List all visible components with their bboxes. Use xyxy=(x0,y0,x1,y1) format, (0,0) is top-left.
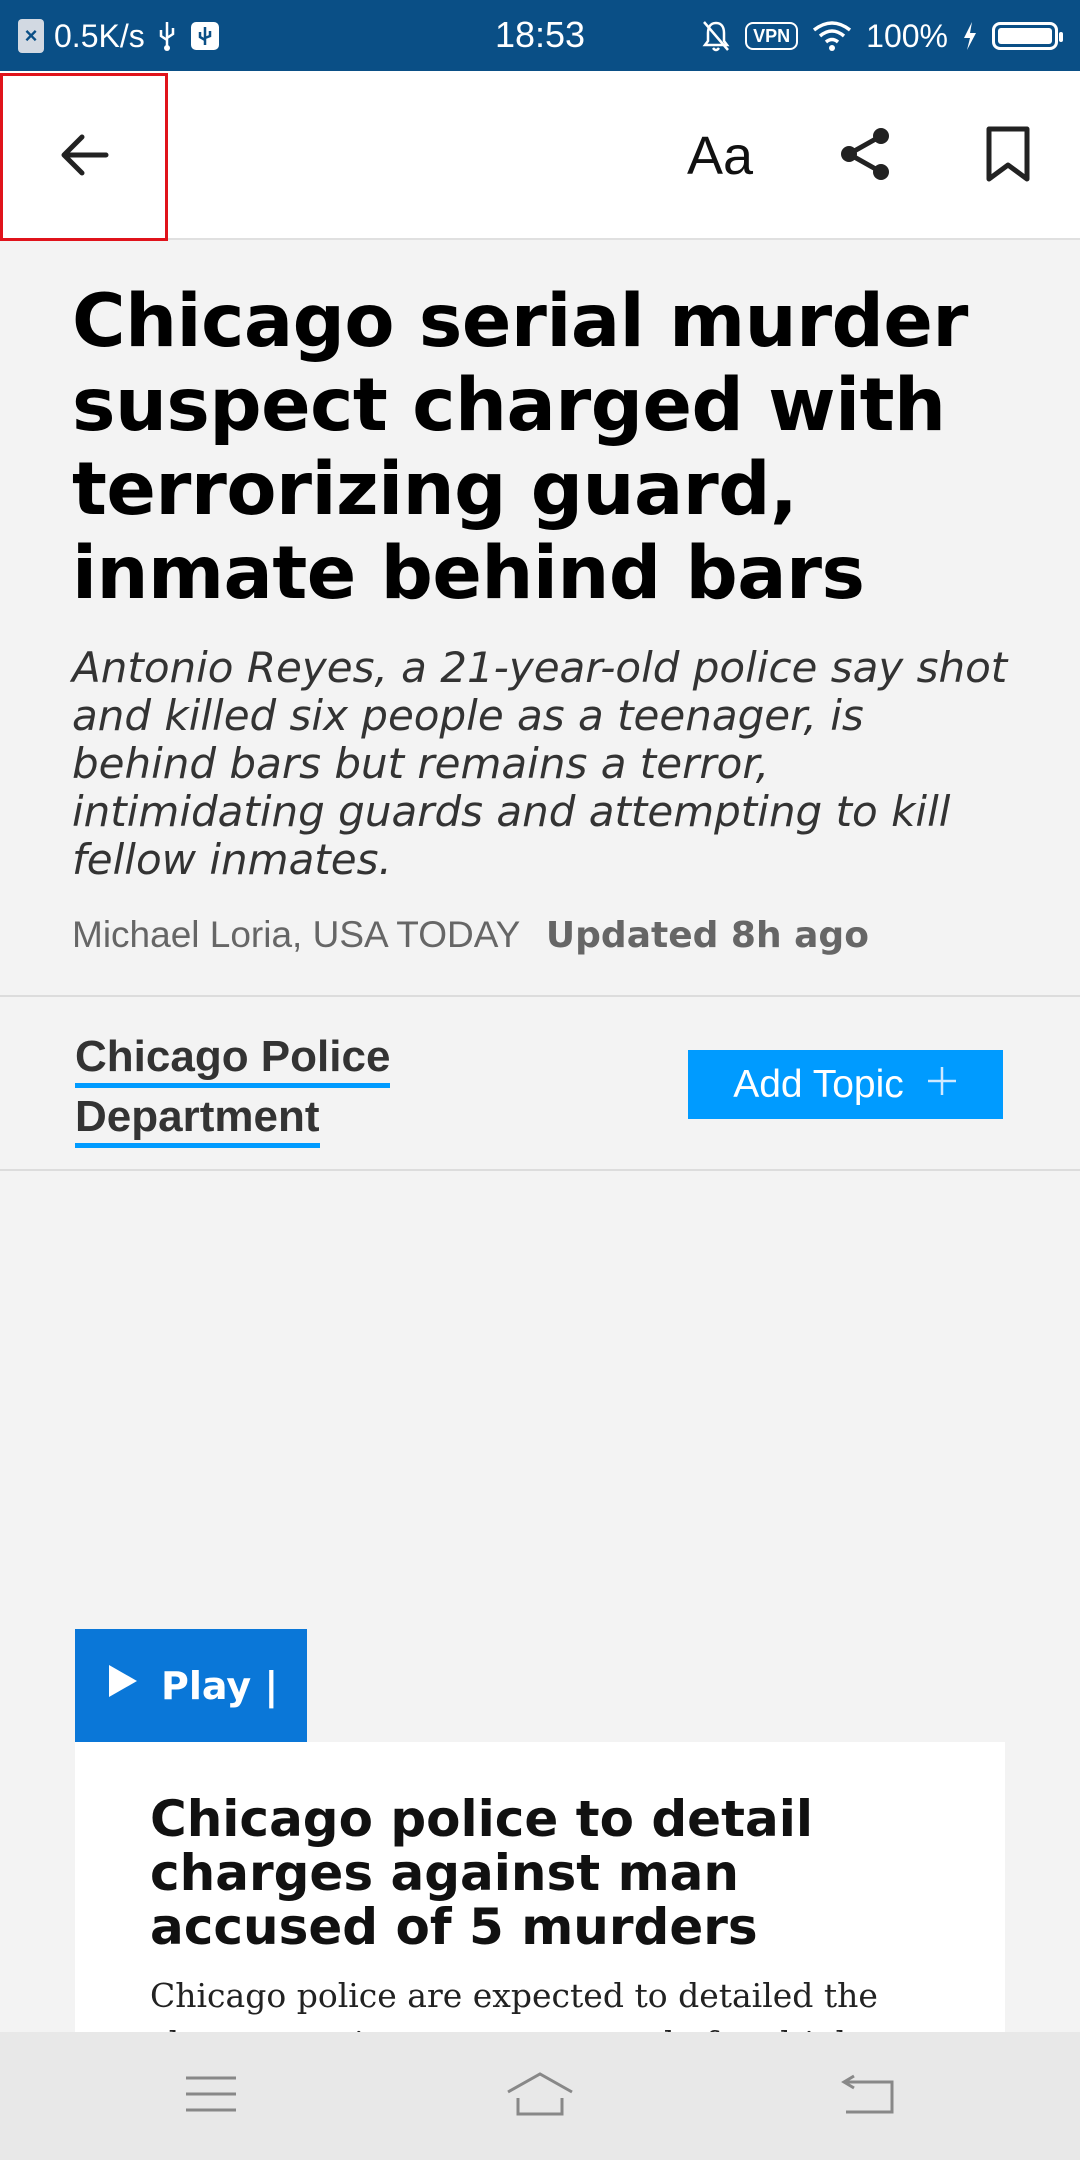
add-topic-label: Add Topic xyxy=(733,1062,904,1106)
play-label: Play | xyxy=(161,1663,279,1708)
play-icon xyxy=(107,1663,139,1708)
nav-home-button[interactable] xyxy=(440,2032,640,2160)
mute-bell-icon xyxy=(701,19,731,53)
system-nav-bar xyxy=(0,2032,1080,2160)
topic-name: Chicago Police Department xyxy=(75,1032,391,1148)
charging-icon xyxy=(962,21,978,51)
battery-icon xyxy=(992,22,1063,50)
bookmark-button[interactable] xyxy=(948,71,1068,240)
status-right: VPN 100% xyxy=(701,16,1063,56)
app-toolbar: Aa xyxy=(0,71,1080,241)
nav-back-button[interactable] xyxy=(768,2032,968,2160)
share-button[interactable] xyxy=(805,71,925,240)
video-card[interactable]: Chicago police to detail charges against… xyxy=(75,1742,1005,2042)
article-byline: Michael Loria, USA TODAY Updated 8h ago xyxy=(72,914,1012,956)
topic-link[interactable]: Chicago Police Department xyxy=(75,1027,435,1148)
nav-menu-button[interactable] xyxy=(111,2032,311,2160)
play-video-button[interactable]: Play | xyxy=(75,1629,307,1742)
vpn-icon: VPN xyxy=(745,22,799,50)
share-icon xyxy=(835,124,895,188)
menu-icon xyxy=(184,2074,238,2118)
video-title: Chicago police to detail charges against… xyxy=(150,1790,814,1956)
topic-row: Chicago Police Department Add Topic xyxy=(0,995,1080,1171)
updated-timestamp: Updated 8h ago xyxy=(545,915,869,956)
home-icon xyxy=(504,2070,576,2122)
plus-icon xyxy=(926,1063,958,1107)
status-bar: × 0.5K/s 18:53 VPN 100% xyxy=(0,0,1080,71)
back-button[interactable] xyxy=(0,73,168,241)
article-summary: Antonio Reyes, a 21-year-old police say … xyxy=(72,643,1008,884)
text-size-icon: Aa xyxy=(686,125,754,186)
arrow-left-icon xyxy=(56,127,112,187)
battery-percent: 100% xyxy=(866,17,948,54)
byline-author: Michael Loria, USA TODAY xyxy=(72,914,520,955)
wifi-icon xyxy=(812,20,852,52)
back-nav-icon xyxy=(840,2072,896,2120)
article-headline: Chicago serial murder suspect charged wi… xyxy=(72,279,968,616)
text-size-button[interactable]: Aa xyxy=(660,71,780,240)
article-header: Chicago serial murder suspect charged wi… xyxy=(72,279,1012,957)
bookmark-icon xyxy=(983,125,1033,187)
add-topic-button[interactable]: Add Topic xyxy=(688,1050,1003,1119)
